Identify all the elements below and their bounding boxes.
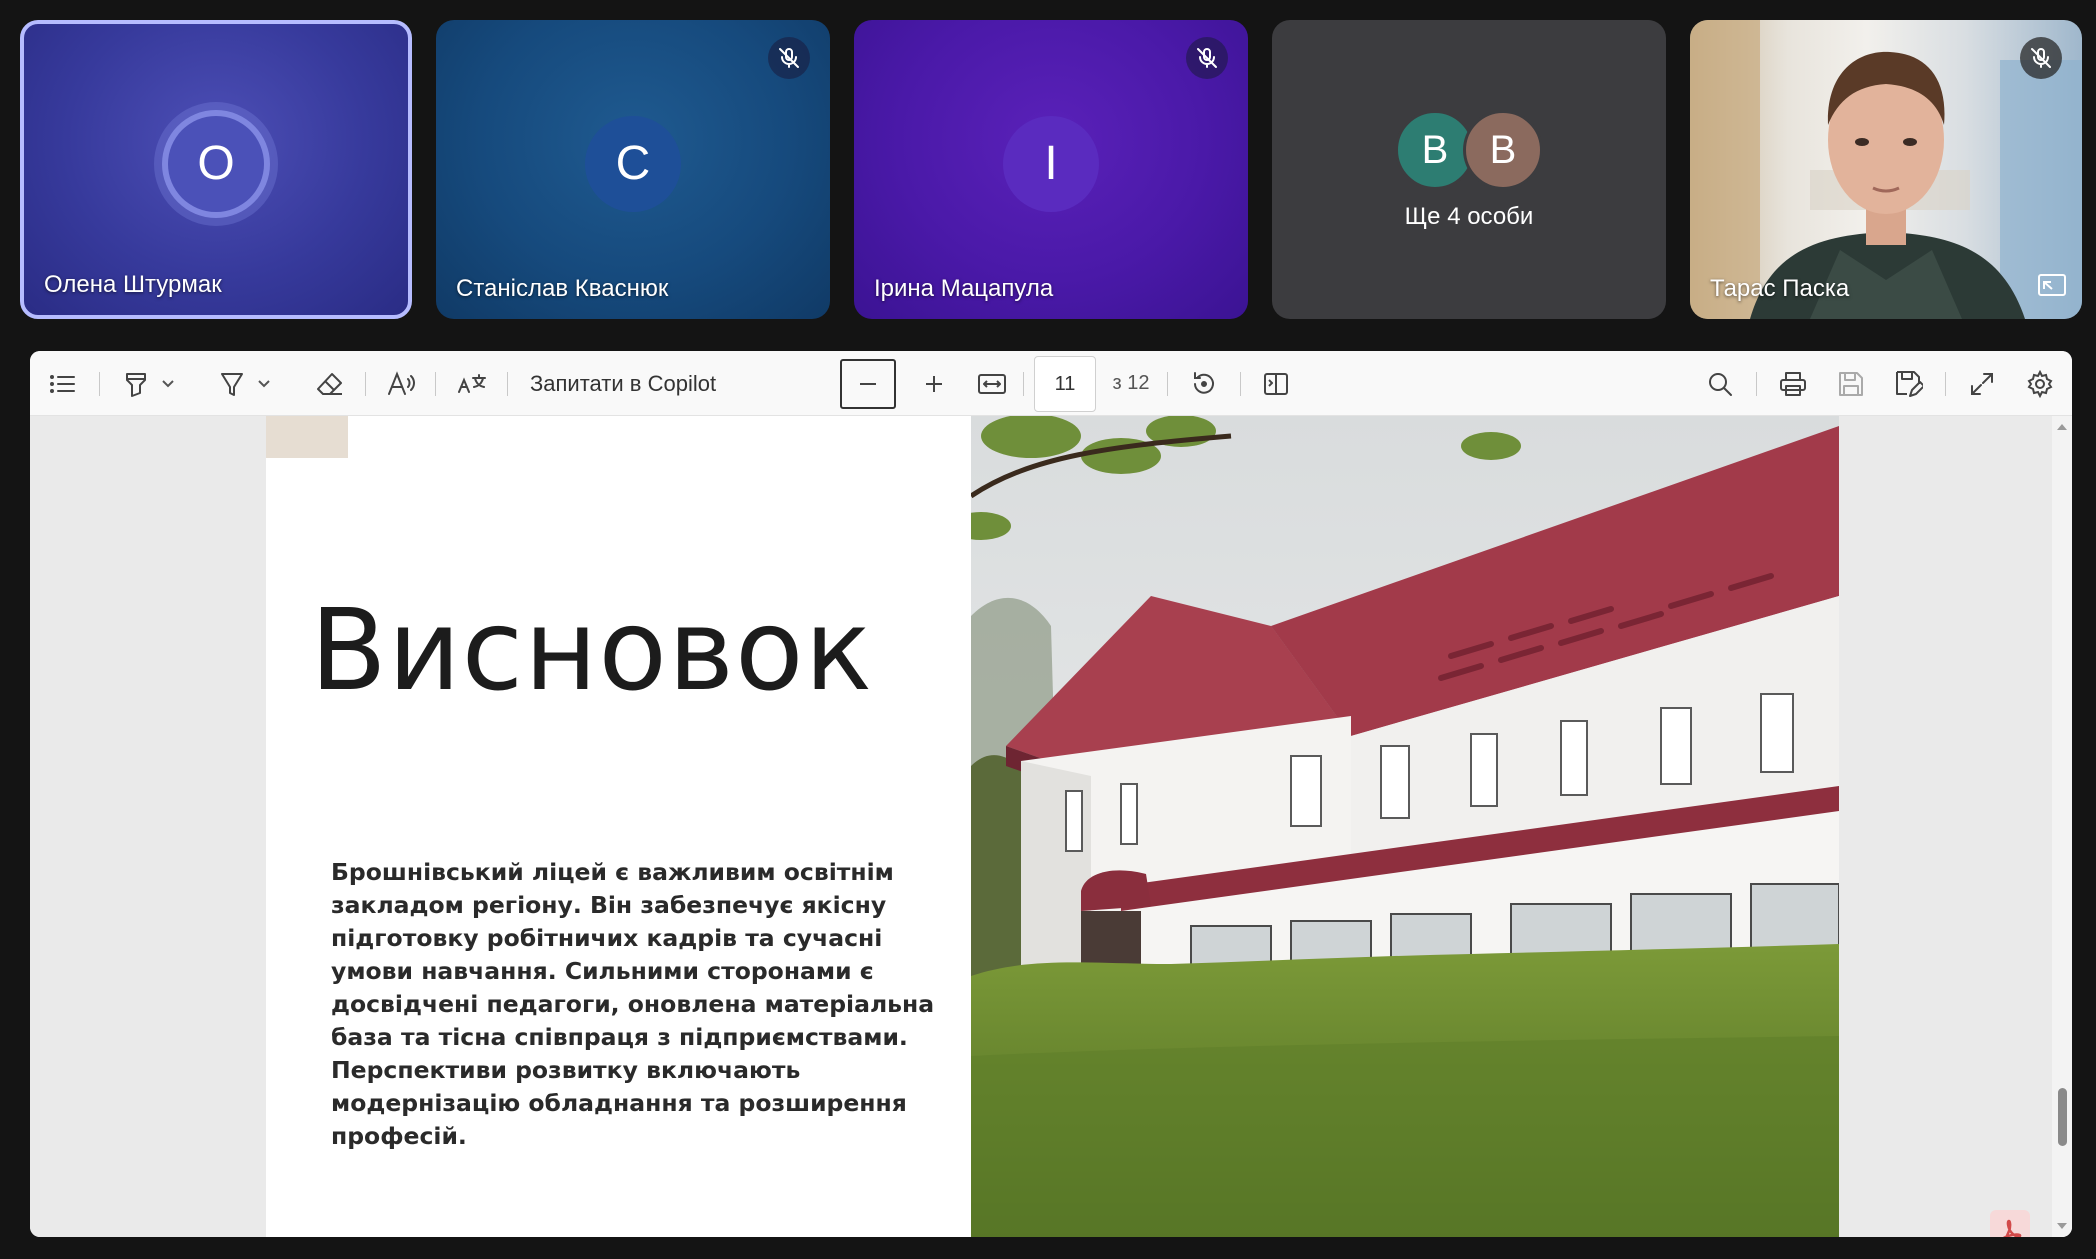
page-total: з 12 <box>1108 351 1154 416</box>
chevron-down-icon[interactable] <box>252 351 276 416</box>
mic-off-icon <box>2020 37 2062 79</box>
group-avatars: В В <box>1395 110 1543 190</box>
fullscreen-icon[interactable] <box>1960 351 2004 416</box>
scroll-down-icon[interactable] <box>2057 1223 2067 1229</box>
scroll-thumb[interactable] <box>2058 1088 2067 1146</box>
save-icon[interactable] <box>1829 351 1873 416</box>
save-as-icon[interactable] <box>1887 351 1931 416</box>
draw-icon[interactable] <box>212 351 252 416</box>
zoom-out-icon <box>860 383 876 385</box>
rotate-icon[interactable] <box>1182 351 1226 416</box>
slide-body-text: Брошнівський ліцей є важливим освітнім з… <box>331 858 935 1150</box>
mic-off-icon <box>768 37 810 79</box>
pdf-icon <box>1990 1210 2030 1237</box>
participant-name: Ірина Мацапула <box>874 275 1054 302</box>
pin-tile-icon[interactable] <box>2038 274 2066 301</box>
participant-name: Олена Штурмак <box>44 271 222 298</box>
fit-page-icon[interactable] <box>970 351 1014 416</box>
translate-icon[interactable] <box>450 351 494 416</box>
slide-title: Висновок <box>310 586 874 716</box>
avatar: І <box>1003 115 1099 212</box>
ask-copilot-label: Запитати в Copilot <box>530 370 717 396</box>
chevron-down-icon[interactable] <box>156 351 180 416</box>
eraser-icon[interactable] <box>310 351 350 416</box>
settings-icon[interactable] <box>2018 351 2062 416</box>
pdf-viewer: Запитати в Copilot з 12 <box>30 351 2072 1237</box>
zoom-in-icon[interactable] <box>914 351 954 416</box>
ask-copilot-button[interactable]: Запитати в Copilot <box>530 351 790 416</box>
read-aloud-icon[interactable] <box>380 351 424 416</box>
avatar: С <box>585 115 681 212</box>
page-number-input[interactable] <box>1034 356 1096 412</box>
participant-name: Станіслав Кваснюк <box>456 275 669 302</box>
contents-icon[interactable] <box>42 351 82 416</box>
pdf-toolbar: Запитати в Copilot з 12 <box>30 351 2072 416</box>
print-icon[interactable] <box>1771 351 1815 416</box>
avatar: В <box>1463 110 1543 190</box>
document-area[interactable]: Висновок Брошнівський ліцей є важливим о… <box>30 416 2072 1237</box>
participant-tile-olena[interactable]: О Олена Штурмак <box>20 20 412 319</box>
school-building-photo <box>971 416 1839 1237</box>
zoom-out-button[interactable] <box>840 359 896 409</box>
avatar: О <box>168 115 264 212</box>
slide-page: Висновок Брошнівський ліцей є важливим о… <box>266 416 1839 1237</box>
page-total-label: з 12 <box>1112 372 1150 394</box>
meeting-stage: О Олена Штурмак С Станіслав Кваснюк І Ір… <box>0 0 2096 1259</box>
highlight-icon[interactable] <box>116 351 156 416</box>
page-view-icon[interactable] <box>1254 351 1298 416</box>
decorative-corner <box>266 416 348 458</box>
participant-name: Тарас Паска <box>1710 275 1850 302</box>
mic-off-icon <box>1186 37 1228 79</box>
participant-tile-taras[interactable]: Тарас Паска <box>1690 20 2082 319</box>
participant-tile-stanislav[interactable]: С Станіслав Кваснюк <box>436 20 830 319</box>
participant-tile-iryna[interactable]: І Ірина Мацапула <box>854 20 1248 319</box>
scroll-up-icon[interactable] <box>2057 424 2067 430</box>
participant-tile-others[interactable]: В В Ще 4 особи <box>1272 20 1666 319</box>
search-icon[interactable] <box>1698 351 1742 416</box>
more-participants-label: Ще 4 особи <box>1404 203 1534 230</box>
vertical-scrollbar[interactable] <box>2052 416 2072 1237</box>
